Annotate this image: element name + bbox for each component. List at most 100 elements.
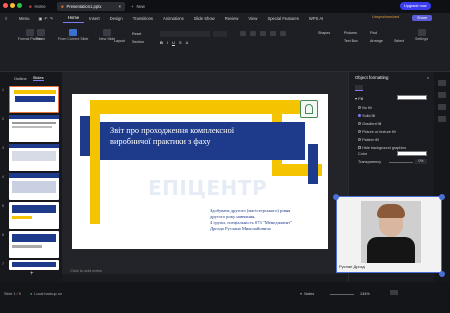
font-size-select[interactable] [213,31,227,37]
close-tab-icon[interactable]: × [119,4,121,9]
italic-icon[interactable]: I [167,40,168,45]
picture-fill-option[interactable]: Picture or texture fill [358,128,406,136]
hair-shape [377,204,405,218]
font-color-icon[interactable]: A [186,40,189,45]
save-icon[interactable]: ▣ [38,16,42,21]
title-line: виробничої практики з фаху [110,137,211,146]
transparency-value[interactable]: 0% [415,159,427,164]
tab-ribbon-home[interactable]: Home [62,13,85,23]
tab-ribbon-slideshow[interactable]: Slide Show [189,13,220,23]
slide-number: 6 [2,233,4,237]
resize-handle[interactable] [333,194,339,200]
resize-handle[interactable] [439,271,445,277]
slide-thumbnail-1[interactable] [9,86,59,113]
undo-icon[interactable]: ↶ [44,16,47,21]
menu-bar: ≡ Menu ▣ ↶ ↷ Home Insert Design Transition… [0,13,450,23]
align-left-icon[interactable] [260,31,266,36]
notes-placeholder[interactable]: Click to add notes [70,268,102,273]
zoom-level[interactable]: 134% [360,292,370,296]
strikethrough-icon[interactable]: S [179,40,182,45]
slide-thumbnail-3[interactable] [9,144,59,171]
slide-thumbnail-7[interactable] [9,260,59,270]
slide-thumbnail-6[interactable] [9,231,59,258]
app-menu-button[interactable]: ≡ [0,13,14,23]
no-fill-option[interactable]: No fill [358,104,406,112]
menu-file[interactable]: Menu [14,13,34,23]
tab-ribbon-review[interactable]: Review [220,13,244,23]
tab-outline[interactable]: Outline [14,76,27,81]
resize-handle[interactable] [439,194,445,200]
new-slide-button[interactable]: New Slide [99,29,115,41]
close-window-icon[interactable] [3,3,8,8]
settings-button[interactable]: Settings [415,29,428,41]
bullets-icon[interactable] [240,31,246,36]
transparency-label: Transparency [358,160,382,164]
slide-thumbnail-5[interactable] [9,202,59,229]
redo-icon[interactable]: ↷ [50,16,53,21]
align-center-icon[interactable] [270,31,276,36]
text-box-button[interactable]: Text Box [344,39,358,43]
zoom-slider[interactable] [330,294,354,295]
current-slide[interactable]: ЕПІЦЕНТР Звіт про проходження комплексно… [72,94,328,249]
tab-ribbon-insert[interactable]: Insert [84,13,104,23]
paste-button[interactable]: Paste [36,29,45,41]
underline-icon[interactable]: U [172,40,175,45]
pattern-fill-option[interactable]: Pattern fill [358,136,406,144]
backup-status[interactable]: ● Local backup on [30,292,62,296]
numbering-icon[interactable] [250,31,256,36]
slide-thumbnail-2[interactable] [9,115,59,142]
tab-ribbon-wps-ai[interactable]: WPS AI [304,13,328,23]
fill-tab-icon[interactable] [355,85,363,91]
font-name-select[interactable] [160,31,210,37]
fill-section-header[interactable]: ▾ Fill [355,96,363,101]
tab-ribbon-animations[interactable]: Animations [158,13,189,23]
properties-icon[interactable] [438,80,446,86]
slide-counter: Slide 1 / 5 [4,292,21,296]
minimize-window-icon[interactable] [10,3,15,8]
fill-color-preview[interactable] [397,95,427,100]
sync-status[interactable]: Unsynchronized [372,15,399,19]
tab-ribbon-design[interactable]: Design [105,13,128,23]
tab-slides[interactable]: Slides [32,75,44,81]
tab-ribbon-transitions[interactable]: Transitions [128,13,158,23]
pictures-button[interactable]: Pictures [344,31,357,35]
close-panel-icon[interactable]: × [427,75,429,80]
find-button[interactable]: Find [370,31,377,35]
color-picker[interactable] [397,151,427,156]
tab-presentation[interactable]: ■ Presentation1.pptx × [57,2,125,11]
add-slide-button[interactable]: + [30,271,34,277]
camera-overlay[interactable]: Руслан Дрозд [333,194,445,277]
bold-icon[interactable]: B [160,40,163,45]
select-button[interactable]: Select [394,39,404,43]
yellow-stripe-left [90,114,100,224]
section-button[interactable]: Section [132,40,144,44]
thumb-banner [12,262,56,267]
style-icon[interactable] [438,104,446,110]
tab-ribbon-special[interactable]: Special Features [262,13,303,23]
align-right-icon[interactable] [280,31,286,36]
gradient-fill-option[interactable]: Gradient fill [358,120,406,128]
transparency-slider[interactable] [389,162,413,163]
animation-icon[interactable] [438,92,446,98]
author-info[interactable]: Здобувача другого (магістерського) рівня… [210,208,322,232]
solid-fill-option[interactable]: Solid fill [358,112,406,120]
tab-new[interactable]: + New [127,2,149,11]
fit-window-icon[interactable] [390,290,398,295]
maximize-window-icon[interactable] [17,3,22,8]
panel-tabs: Outline Slides [14,75,44,81]
emblem-shape [305,104,313,114]
tab-ribbon-view[interactable]: View [243,13,262,23]
tab-home[interactable]: ■ Home [25,2,50,11]
share-button[interactable]: Share [412,15,433,21]
shapes-button[interactable]: Shapes [318,31,330,35]
notes-toggle[interactable]: ≡ Notes [300,292,314,296]
arrange-button[interactable]: Arrange [370,39,383,43]
reset-button[interactable]: Reset [132,32,141,36]
slide-title[interactable]: Звіт про проходження комплексної виробни… [110,125,300,147]
tools-icon[interactable] [438,116,446,122]
from-current-slide-button[interactable]: From Current Slide [58,29,88,41]
layout-button[interactable]: Layout [114,39,125,43]
slide-thumbnail-4[interactable] [9,173,59,200]
yellow-stripe-top [90,100,300,114]
upgrade-button[interactable]: Upgrade now [400,2,431,10]
